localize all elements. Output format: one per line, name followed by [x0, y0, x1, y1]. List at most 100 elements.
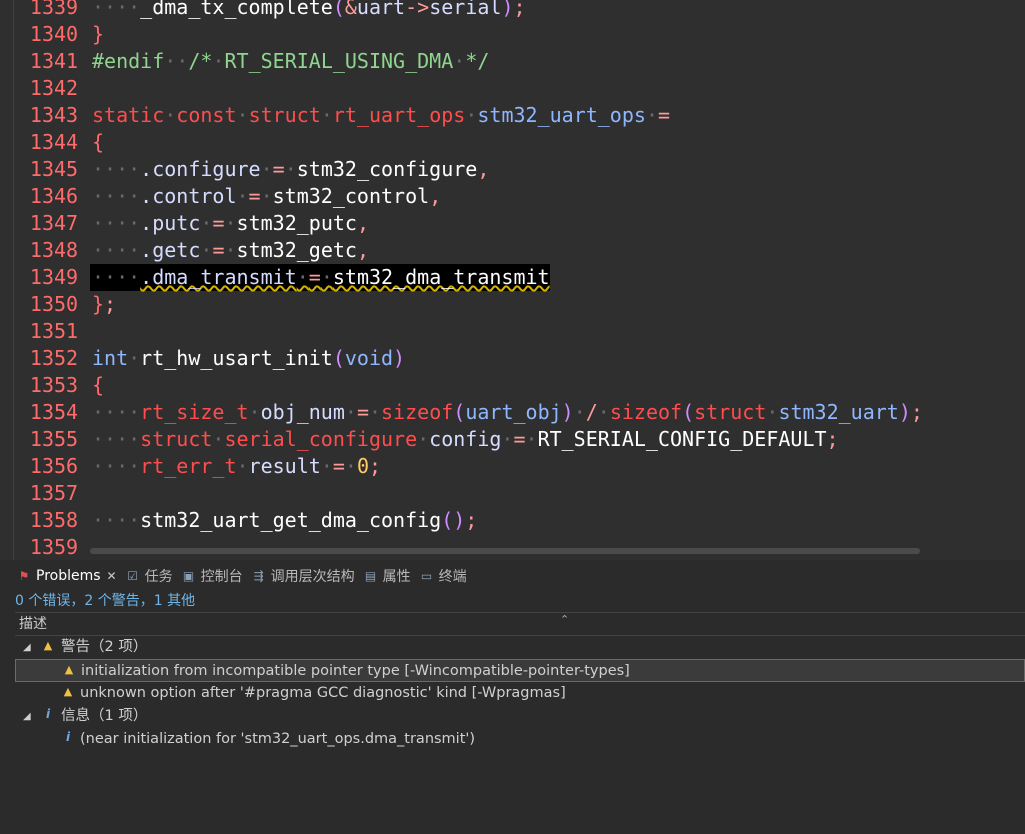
line-number: 1346	[29, 184, 79, 208]
code-token: ·	[525, 427, 538, 451]
tab-properties[interactable]: ▤ 属性	[361, 562, 417, 590]
code-token: =	[332, 454, 345, 478]
close-tab-icon[interactable]: ✕	[107, 569, 117, 583]
code-line[interactable]: ····struct·serial_configure·config·=·RT_…	[90, 426, 839, 453]
code-token: }	[92, 22, 105, 46]
code-token: ·	[320, 454, 333, 478]
code-token: ·	[320, 103, 333, 127]
code-line[interactable]: int·rt_hw_usart_init(void)	[90, 345, 405, 372]
code-line[interactable]: };	[90, 291, 116, 318]
code-line[interactable]: ····rt_size_t·obj_num·=·sizeof(uart_obj)…	[90, 399, 923, 426]
tree-group-info[interactable]: ◢ i 信息（1 项）	[15, 705, 1025, 728]
code-lines[interactable]: ····_dma_tx_complete(&uart->serial);} #en…	[90, 0, 1025, 560]
problem-row-warning-2[interactable]: ▲ unknown option after '#pragma GCC diag…	[15, 682, 1025, 705]
problems-icon: ⚑	[18, 569, 30, 583]
code-token: ,	[477, 157, 490, 181]
code-token: struct	[248, 103, 321, 127]
problem-row-warning-1[interactable]: ▲ initialization from incompatible point…	[15, 659, 1025, 682]
code-line[interactable]: ····.putc·=·stm32_putc,	[90, 210, 369, 237]
code-line[interactable]	[90, 480, 92, 507]
code-token: {	[92, 130, 105, 154]
code-line[interactable]: }	[90, 21, 104, 48]
code-token: ·	[212, 49, 225, 73]
line-number: 1359	[29, 535, 79, 559]
horizontal-scrollbar[interactable]	[90, 548, 920, 554]
line-number: 1341	[29, 49, 79, 73]
tab-label: 控制台	[200, 569, 243, 585]
code-token: ·	[368, 400, 382, 424]
tab-tasks[interactable]: ☑ 任务	[123, 562, 179, 590]
code-token: ·	[224, 238, 237, 262]
code-token: ·	[248, 400, 261, 424]
expand-toggle-icon[interactable]: ◢	[23, 636, 31, 659]
tasks-icon: ☑	[127, 569, 138, 583]
problem-row-info-1[interactable]: i (near initialization for 'stm32_uart_o…	[15, 728, 1025, 751]
tab-problems[interactable]: ⚑ Problems ✕	[14, 562, 123, 590]
code-line[interactable]	[90, 318, 92, 345]
code-token: _dma_tx_complete	[140, 0, 333, 19]
warnings-group-label: 警告（2 项）	[61, 639, 148, 655]
code-token: ;	[465, 508, 478, 532]
code-line[interactable]: ····.configure·=·stm32_configure,	[90, 156, 489, 183]
code-token: sizeof	[381, 400, 454, 424]
code-token: ·	[501, 427, 514, 451]
code-token: ;	[104, 292, 117, 316]
code-line[interactable]: ····rt_err_t·result·=·0;	[90, 453, 381, 480]
properties-icon: ▤	[364, 569, 377, 583]
tab-label: 调用层次结构	[270, 569, 355, 585]
line-number: 1344	[29, 130, 79, 154]
tab-console[interactable]: ▣ 控制台	[179, 562, 249, 590]
code-token: ····	[92, 508, 141, 532]
line-number: 1350	[29, 292, 79, 316]
code-token: }	[92, 292, 105, 316]
code-token: uart	[356, 0, 406, 19]
code-line[interactable]: ····stm32_uart_get_dma_config();	[90, 507, 477, 534]
code-line[interactable]: {	[90, 129, 104, 156]
code-line[interactable]: ····.getc·=·stm32_getc,	[90, 237, 369, 264]
expand-toggle-icon[interactable]: ◢	[23, 705, 31, 728]
code-token: ·	[236, 184, 249, 208]
code-line[interactable]: {	[90, 372, 104, 399]
code-line[interactable]: ····.control·=·stm32_control,	[90, 183, 441, 210]
code-token: */	[465, 49, 490, 73]
code-token: const	[176, 103, 237, 127]
code-token: ····	[92, 0, 141, 19]
tab-call-hierarchy[interactable]: ⇶ 调用层次结构	[249, 562, 361, 590]
code-line-current[interactable]: ····.dma_transmit·=·stm32_dma_transmit	[90, 264, 550, 291]
code-token: RT_SERIAL_USING_DMA	[224, 49, 454, 73]
code-token: ·	[453, 49, 466, 73]
code-token: {	[92, 373, 105, 397]
code-token: #endif	[92, 49, 165, 73]
code-token: ·	[573, 400, 586, 424]
info-1-text: (near initialization for 'stm32_uart_ops…	[80, 731, 476, 747]
line-numbers: 1339 1340 1341 1342 1343 1344 1345 1346 1347 1348…	[14, 0, 90, 560]
code-token: =	[657, 103, 671, 127]
warning-1-text: initialization from incompatible pointer…	[81, 663, 630, 679]
line-number: 1348	[29, 238, 79, 262]
code-token: struct	[694, 400, 767, 424]
code-line[interactable]: #endif··/*·RT_SERIAL_USING_DMA·*/	[90, 48, 489, 75]
line-number: 1345	[29, 157, 79, 181]
sort-caret-icon[interactable]: ⌃	[560, 609, 569, 631]
tab-terminal[interactable]: ▭ 终端	[417, 562, 473, 590]
code-token: ····	[92, 400, 141, 424]
code-token: stm32_putc	[236, 211, 357, 235]
code-token: ()	[441, 508, 466, 532]
code-token: ····	[92, 184, 141, 208]
code-token: ·	[224, 211, 237, 235]
line-number: 1352	[29, 346, 79, 370]
code-token: )	[393, 346, 406, 370]
code-token: )	[501, 0, 514, 19]
code-line[interactable]: static·const·struct·rt_uart_ops·stm32_ua…	[90, 102, 670, 129]
code-token: ;	[910, 400, 923, 424]
tree-group-warnings[interactable]: ◢ ▲ 警告（2 项）	[15, 636, 1025, 659]
code-line[interactable]: ····_dma_tx_complete(&uart->serial);	[90, 0, 526, 21]
code-editor[interactable]: ▲ 13391340134113421343134413451346134713…	[0, 0, 1025, 560]
line-number: 1354	[29, 400, 79, 424]
column-header-label: 描述	[19, 616, 47, 632]
code-line[interactable]	[90, 534, 92, 560]
code-line[interactable]	[90, 75, 92, 102]
code-token: ·	[296, 265, 309, 289]
column-header-description[interactable]: 描述 ⌃	[15, 612, 1025, 636]
code-token: ,	[356, 238, 369, 262]
